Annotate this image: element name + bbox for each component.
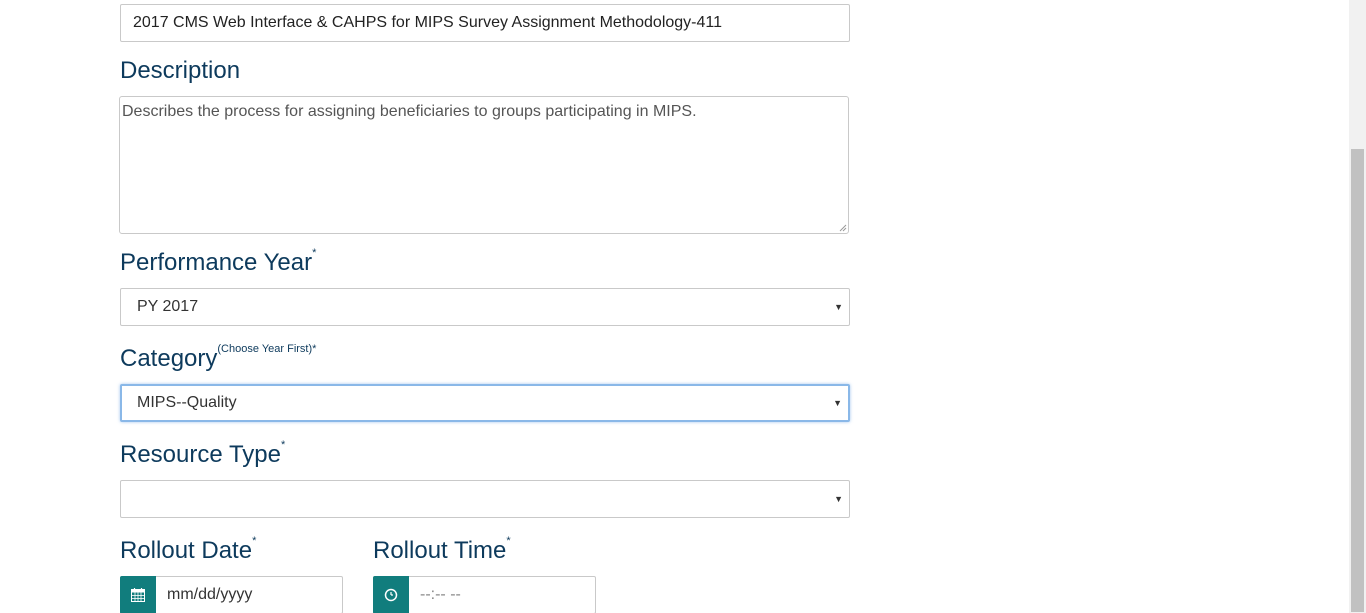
- rollout-time-label-text: Rollout Time: [373, 537, 507, 564]
- required-mark: *: [506, 535, 511, 547]
- required-mark: *: [252, 535, 257, 547]
- rollout-time-label: Rollout Time*: [373, 535, 511, 565]
- performance-year-label-text: Performance Year: [120, 249, 313, 276]
- performance-year-select[interactable]: PY 2017 ▼: [120, 288, 850, 326]
- caret-down-icon: ▼: [834, 494, 843, 504]
- rollout-date-label-text: Rollout Date: [120, 537, 253, 564]
- calendar-addon: [120, 576, 156, 613]
- rollout-time-placeholder: --:-- --: [420, 586, 461, 603]
- description-label: Description: [120, 57, 241, 84]
- rollout-date-label: Rollout Date*: [120, 535, 257, 565]
- scrollbar-thumb[interactable]: [1351, 149, 1364, 612]
- performance-year-value: PY 2017: [137, 298, 199, 315]
- resource-type-label: Resource Type*: [120, 439, 286, 469]
- clock-icon: [384, 588, 398, 602]
- description-text: Describes the process for assigning bene…: [122, 103, 697, 120]
- category-select[interactable]: MIPS--Quality ▼: [120, 384, 850, 422]
- performance-year-label: Performance Year*: [120, 247, 317, 277]
- calendar-icon: [131, 588, 145, 602]
- category-value: MIPS--Quality: [137, 394, 237, 411]
- clock-addon: [373, 576, 409, 613]
- category-hint: (Choose Year First)*: [217, 343, 317, 355]
- title-input[interactable]: 2017 CMS Web Interface & CAHPS for MIPS …: [120, 4, 850, 42]
- rollout-time-input-group[interactable]: --:-- --: [373, 576, 596, 613]
- resize-grip-icon[interactable]: [839, 224, 847, 232]
- resource-type-select[interactable]: ▼: [120, 480, 850, 518]
- category-label: Category(Choose Year First)*: [120, 343, 317, 373]
- rollout-date-input-group[interactable]: mm/dd/yyyy: [120, 576, 343, 613]
- category-label-text: Category: [120, 345, 218, 372]
- caret-down-icon: ▼: [833, 398, 842, 408]
- description-textarea[interactable]: Describes the process for assigning bene…: [119, 96, 849, 234]
- rollout-date-placeholder: mm/dd/yyyy: [167, 586, 253, 603]
- vertical-scrollbar[interactable]: [1349, 0, 1366, 613]
- page: 2017 CMS Web Interface & CAHPS for MIPS …: [0, 0, 1366, 613]
- caret-down-icon: ▼: [834, 302, 843, 312]
- resource-type-label-text: Resource Type: [120, 441, 281, 468]
- required-mark: *: [280, 439, 286, 451]
- required-mark: *: [312, 247, 317, 259]
